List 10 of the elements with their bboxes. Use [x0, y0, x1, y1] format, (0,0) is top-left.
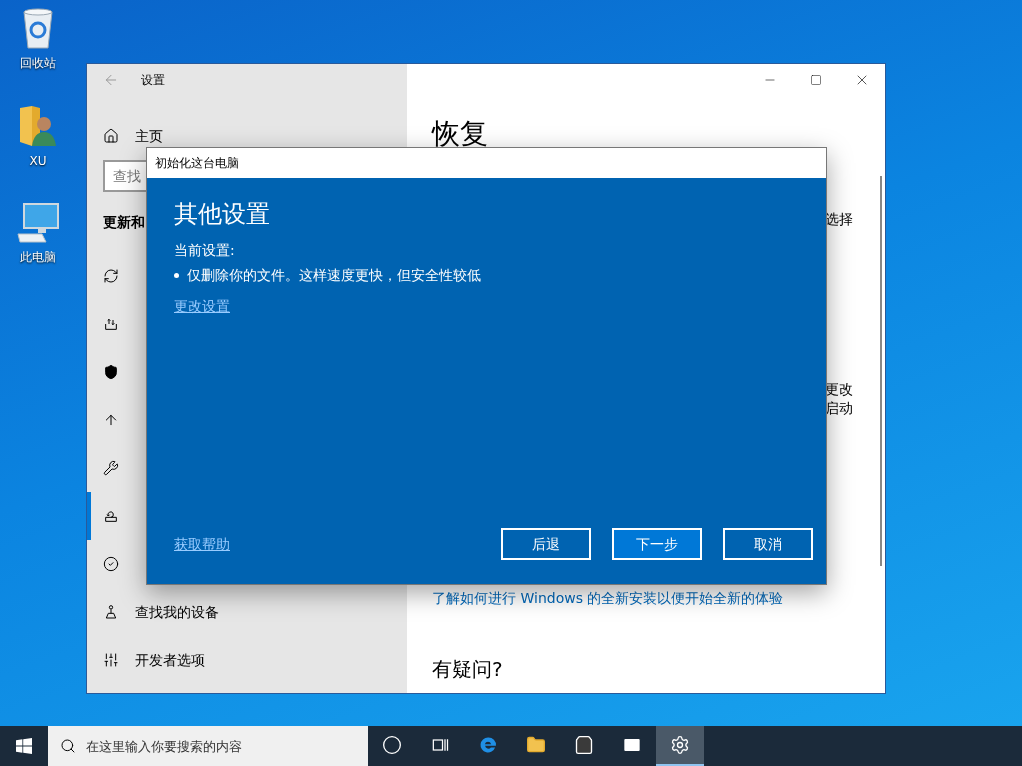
page-title: 恢复	[432, 116, 489, 152]
window-title: 设置	[141, 72, 165, 89]
dialog-title: 初始化这台电脑	[155, 155, 239, 172]
body-text: 当前设置:	[174, 241, 236, 260]
body-text: 启动	[825, 399, 853, 418]
section-heading: 有疑问?	[432, 656, 503, 683]
section-heading: 更新和	[103, 214, 145, 230]
body-text: 更改	[825, 380, 853, 399]
body-text: 仅删除你的文件。这样速度更快，但安全性较低	[187, 266, 481, 285]
dialog-heading: 其他设置	[174, 199, 271, 230]
